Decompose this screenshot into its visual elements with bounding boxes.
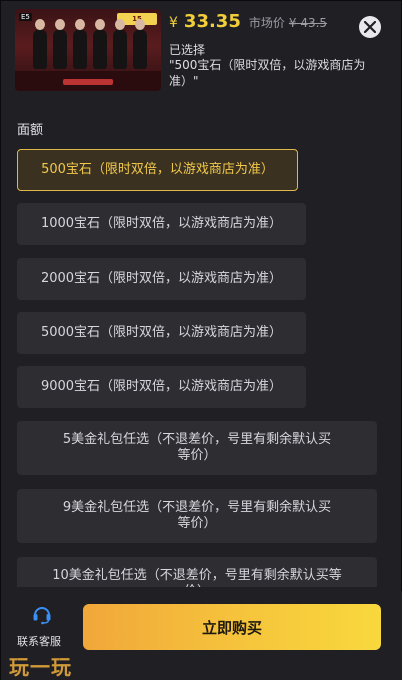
option-5000-gems[interactable]: 5000宝石（限时双倍，以游戏商店为准） [17, 312, 306, 354]
option-9000-gems[interactable]: 9000宝石（限时双倍，以游戏商店为准） [17, 366, 306, 408]
option-2000-gems[interactable]: 2000宝石（限时双倍，以游戏商店为准） [17, 258, 306, 300]
close-icon [364, 21, 376, 33]
market-price-label: 市场价 [248, 16, 285, 30]
option-5-usd-pack[interactable]: 5美金礼包任选（不退差价，号里有剩余默认买等价） [17, 421, 377, 475]
purchase-sheet: E5 15 ¥ 33.35 市场价 ¥ 43.5 已选择 "500宝石（限时双倍… [0, 0, 402, 680]
price-row: ¥ 33.35 市场价 ¥ 43.5 [169, 11, 327, 35]
thumbnail-tag: E5 [19, 13, 32, 21]
buy-now-button[interactable]: 立即购买 [83, 604, 381, 650]
customer-service-label[interactable]: 联系客服 [17, 633, 61, 649]
watermark-logo: 玩一玩 [9, 655, 72, 679]
close-button[interactable] [359, 16, 381, 38]
denomination-label: 面额 [17, 123, 44, 138]
market-price: ¥ 43.5 [288, 16, 328, 30]
selected-label: 已选择 [169, 43, 206, 57]
option-1000-gems[interactable]: 1000宝石（限时双倍，以游戏商店为准） [17, 203, 306, 245]
option-10-usd-pack[interactable]: 10美金礼包任选（不退差价，号里有剩余默认买等价） [17, 557, 377, 587]
product-thumbnail: E5 15 [15, 9, 161, 91]
current-price: 33.35 [183, 11, 241, 32]
selected-value: "500宝石（限时双倍，以游戏商店为准）" [169, 58, 366, 88]
price-currency: ¥ [169, 15, 178, 31]
headset-icon[interactable] [31, 603, 53, 625]
option-9-usd-pack[interactable]: 9美金礼包任选（不退差价，号里有剩余默认买等价） [17, 489, 377, 543]
denomination-options: 500宝石（限时双倍，以游戏商店为准） 1000宝石（限时双倍，以游戏商店为准）… [1, 149, 402, 587]
option-500-gems[interactable]: 500宝石（限时双倍，以游戏商店为准） [17, 149, 298, 191]
